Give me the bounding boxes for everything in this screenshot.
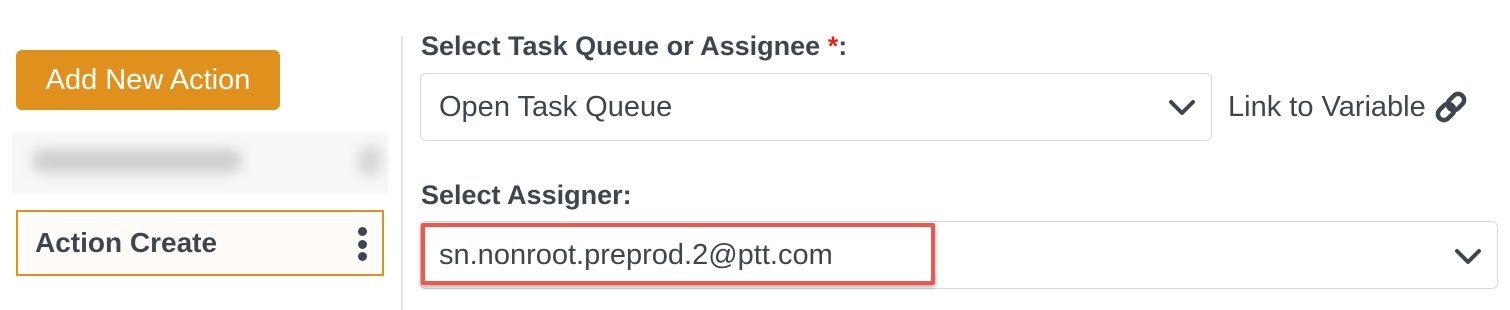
assigner-select[interactable]: sn.nonroot.preprod.2@ptt.com	[420, 221, 1498, 289]
chevron-down-icon	[1169, 100, 1195, 115]
blurred-menu-icon	[358, 146, 382, 176]
link-to-variable-label: Link to Variable	[1228, 90, 1426, 123]
task-queue-select[interactable]: Open Task Queue	[420, 73, 1212, 141]
assigner-value: sn.nonroot.preprod.2@ptt.com	[439, 238, 833, 271]
assigner-label: Select Assigner:	[421, 180, 632, 210]
sidebar-item-action-create[interactable]: Action Create	[16, 210, 384, 276]
blurred-label	[32, 149, 242, 173]
sidebar-item-label: Action Create	[35, 227, 218, 258]
task-queue-label: Select Task Queue or Assignee *:	[421, 31, 848, 61]
kebab-menu-icon[interactable]	[356, 227, 368, 261]
task-queue-value: Open Task Queue	[439, 90, 673, 123]
link-to-variable-link[interactable]: Link to Variable	[1228, 86, 1468, 128]
add-new-action-button[interactable]: Add New Action	[16, 50, 280, 110]
link-icon	[1435, 91, 1467, 123]
chevron-down-icon	[1455, 249, 1481, 264]
panel-divider	[401, 36, 403, 310]
required-marker: *	[827, 31, 839, 61]
sidebar-item-blurred[interactable]	[12, 132, 388, 194]
